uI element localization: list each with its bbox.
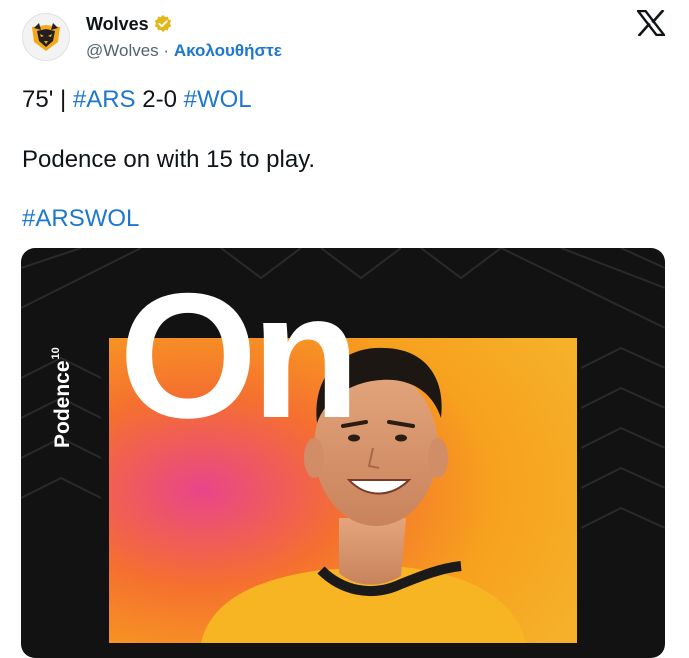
on-headline: On (119, 256, 360, 455)
wolves-logo-icon (32, 23, 60, 51)
account-name-row[interactable]: Wolves (86, 14, 173, 34)
verified-badge-icon (154, 15, 171, 32)
tweet-body: Podence on with 15 to play. (22, 146, 316, 173)
hashtag-ars[interactable]: #ARS (73, 86, 136, 113)
hashtag-arswol[interactable]: #ARSWOL (22, 205, 139, 233)
handle-row: @Wolves · Ακολουθήστε (86, 41, 282, 61)
match-score: 2-0 (142, 86, 177, 113)
follow-button[interactable]: Ακολουθήστε (174, 41, 282, 60)
avatar[interactable] (22, 13, 70, 61)
match-minute: 75' (22, 86, 54, 113)
separator-dot: · (163, 41, 170, 60)
hashtag-wol[interactable]: #WOL (184, 86, 252, 113)
tweet-image[interactable]: On Podence10 (21, 248, 665, 658)
player-name: Podence (51, 360, 74, 448)
score-divider: | (59, 86, 67, 113)
player-name-label: Podence10 (43, 308, 74, 448)
score-line: 75' | #ARS 2-0 #WOL (22, 86, 252, 114)
x-logo-icon[interactable] (637, 10, 665, 36)
account-handle[interactable]: @Wolves (86, 41, 159, 60)
shirt-number: 10 (50, 347, 62, 360)
account-name[interactable]: Wolves (86, 14, 149, 34)
